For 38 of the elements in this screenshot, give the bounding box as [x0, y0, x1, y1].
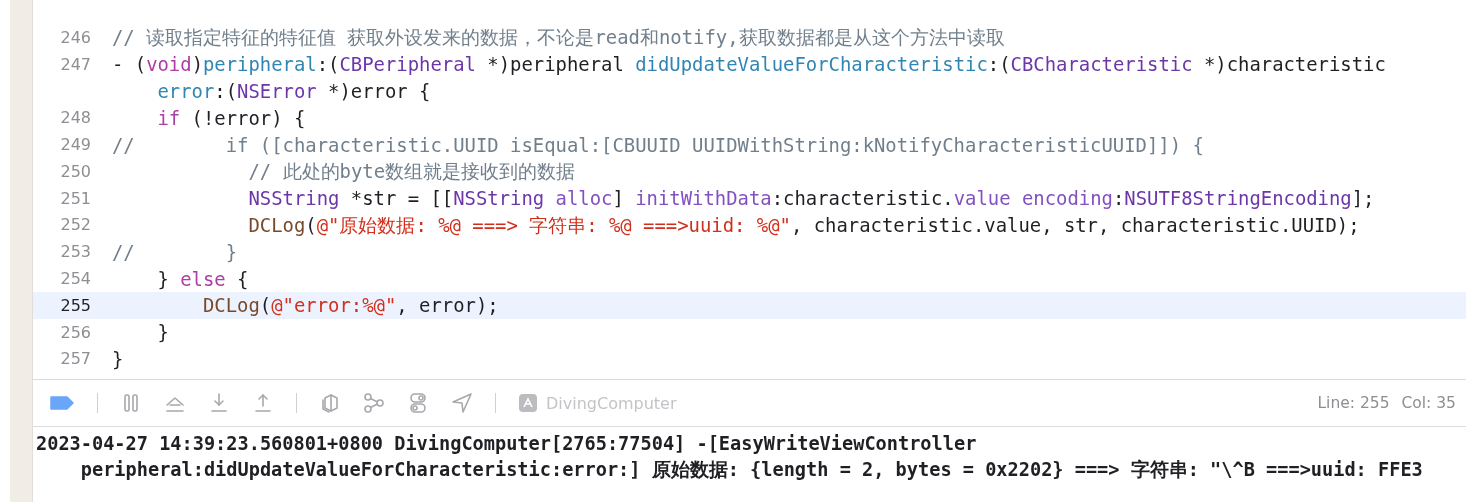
line-number: 254	[59, 269, 91, 289]
line-number: 257	[59, 349, 91, 369]
line-number: 253	[59, 242, 91, 262]
line-indicator: Line: 255	[1317, 394, 1390, 412]
column-indicator: Col: 35	[1401, 394, 1456, 412]
scheme-target-label[interactable]: DivingComputer	[546, 393, 677, 413]
graph-icon[interactable]	[363, 392, 385, 414]
code-line: NSString *str = [[NSString alloc] initWithData:characteristic.value encoding:NSUTF8StringEncoding];	[247, 186, 1375, 211]
line-number: 248	[59, 108, 91, 128]
app-icon[interactable]	[518, 393, 538, 413]
line-number: 247	[59, 54, 91, 74]
toggle-switches-icon[interactable]	[407, 392, 429, 414]
line-number: 256	[59, 322, 91, 342]
breakpoint-toggle-icon[interactable]	[49, 395, 75, 411]
location-arrow-icon[interactable]	[451, 392, 473, 414]
code-line: // }	[112, 239, 238, 264]
line-number: 246	[59, 27, 91, 47]
stacked-layers-icon[interactable]	[319, 392, 341, 414]
step-out-icon[interactable]	[252, 392, 274, 414]
code-line: }	[156, 320, 169, 345]
code-line: - (void)peripheral:(CBPeripheral *)peripheral didUpdateValueForCharacteristic:(CBCharacteristic *)characteristic	[112, 52, 1386, 77]
code-line: // 读取指定特征的特征值 获取外设发来的数据，不论是read和notify,获取数据都是从这个方法中读取	[112, 25, 1005, 50]
step-into-icon[interactable]	[208, 392, 230, 414]
code-line: if (!error) {	[156, 105, 306, 130]
code-line: error:(NSError *)error {	[156, 79, 431, 103]
code-line: DCLog(@"原始数据: %@ ===> 字符串: %@ ===>uuid: %@", characteristic.value, str, characteristic.UUID);	[247, 212, 1360, 237]
console-log-line: peripheral:didUpdateValueForCharacteristic:error:] 原始数据: {length = 2, bytes = 0x2202} ===> 字符串: "\^B ===>uuid: FFE3	[79, 458, 1424, 482]
code-line: // if ([characteristic.UUID isEqual:[CBUUID UUIDWithString:kNotifyCharacteristicUUID]]) {	[112, 132, 1204, 157]
code-line: // 此处的byte数组就是接收到的数据	[247, 159, 576, 184]
line-number: 249	[59, 135, 91, 155]
code-line: } else {	[156, 266, 249, 291]
console-log-line: 2023-04-27 14:39:23.560801+0800 DivingComputer[2765:77504] -[EasyWriteViewController	[36, 432, 978, 456]
line-number: 251	[59, 188, 91, 208]
line-number: 255	[59, 295, 91, 315]
code-line: DCLog(@"error:%@", error);	[202, 293, 499, 318]
line-number: 252	[59, 215, 91, 235]
code-line: }	[112, 346, 124, 371]
line-number: 250	[59, 161, 91, 181]
